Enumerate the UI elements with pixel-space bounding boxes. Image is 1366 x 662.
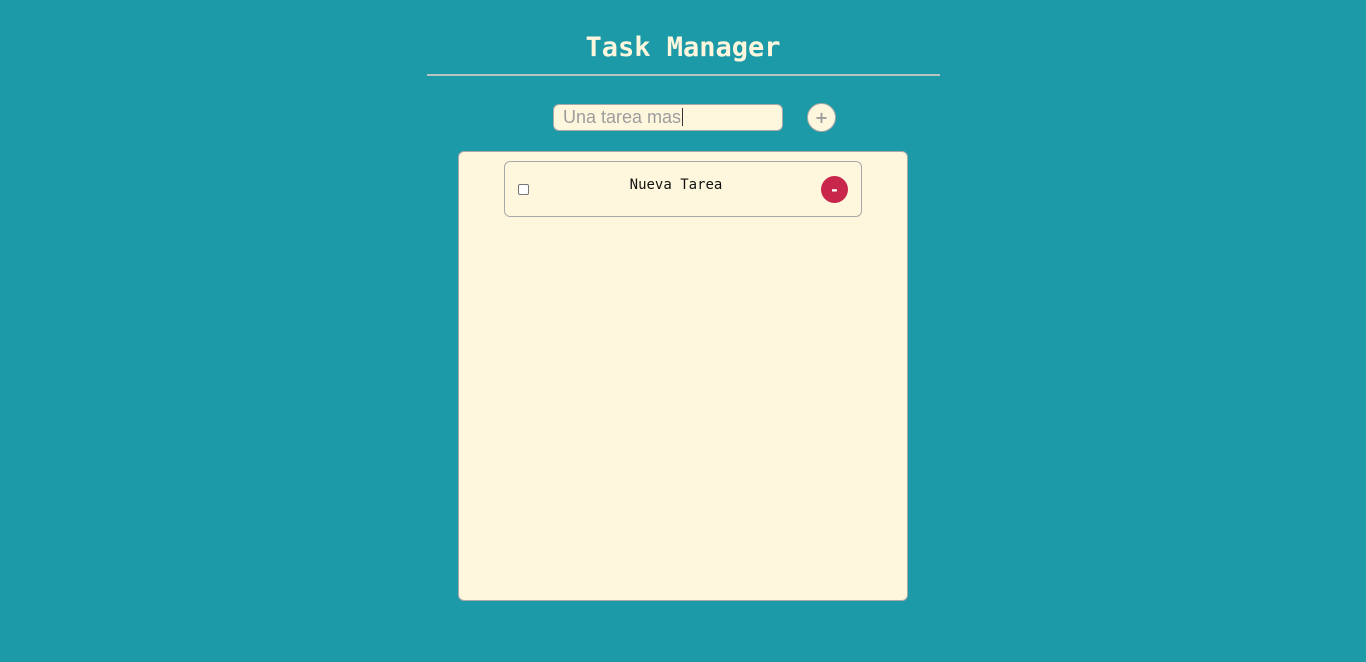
page-title: Task Manager (585, 32, 781, 63)
title-divider (427, 74, 940, 76)
task-item: Nueva Tarea - (504, 161, 862, 217)
new-task-input-text: Una tarea mas (563, 107, 682, 127)
task-label: Nueva Tarea (629, 177, 723, 193)
new-task-input[interactable]: Una tarea mas (553, 104, 783, 131)
delete-task-button[interactable]: - (821, 176, 848, 203)
add-task-button[interactable]: + (807, 103, 836, 132)
text-caret (682, 108, 684, 126)
task-list-panel: Nueva Tarea - (458, 151, 908, 601)
